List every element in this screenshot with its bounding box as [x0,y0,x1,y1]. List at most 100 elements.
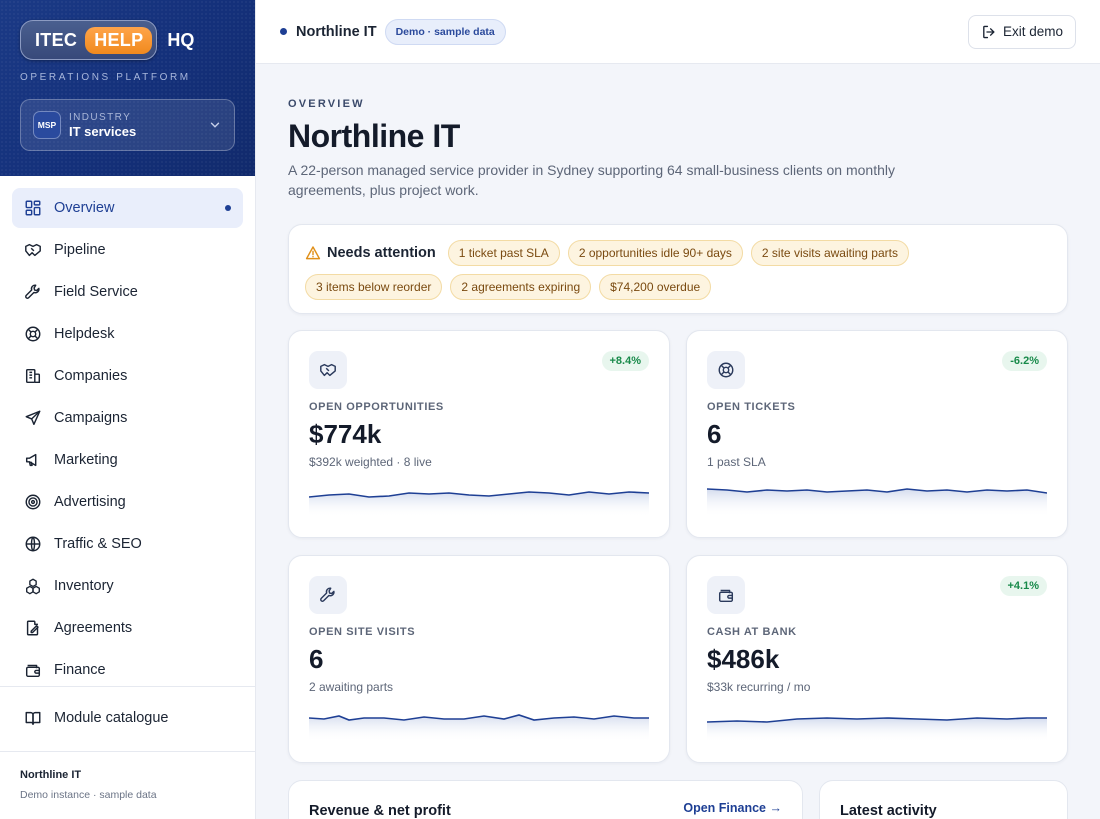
kpi-icon-wrap [309,351,347,389]
demo-badge: Demo · sample data [384,18,506,45]
logo-pill: ITEC HELP [20,20,158,60]
industry-value: IT services [69,123,137,139]
industry-selector[interactable]: MSP INDUSTRY IT services [20,99,235,151]
sidebar-item-campaigns[interactable]: Campaigns [12,398,243,438]
handshake-icon [320,363,336,377]
latest-activity-title: Latest activity [840,803,937,819]
industry-badge: MSP [33,111,61,139]
divider [0,751,255,752]
logo[interactable]: ITEC HELP HQ [20,20,235,60]
sidebar-item-label: Helpdesk [54,326,115,342]
kpi-card-open-site-visits[interactable]: OPEN SITE VISITS 6 2 awaiting parts [288,555,670,763]
sidebar-item-overview[interactable]: Overview [12,188,243,228]
book-open-icon [25,711,41,726]
sidebar-item-marketing[interactable]: Marketing [12,440,243,480]
chevron-down-icon [210,122,220,128]
sparkline [309,714,649,742]
status-dot [280,28,287,35]
sparkline [707,488,1047,517]
attention-chip[interactable]: 2 opportunities idle 90+ days [567,240,743,266]
logo-itec: ITEC [35,29,78,50]
kpi-label: OPEN TICKETS [707,401,796,413]
sidebar: ITEC HELP HQ OPERATIONS PLATFORM MSP IND… [0,0,256,819]
sidebar-item-label: Pipeline [54,242,106,258]
kpi-icon-wrap [309,576,347,614]
top-bar: Northline IT Demo · sample data Exit dem… [256,0,1100,64]
kpi-icon-wrap [707,351,745,389]
workspace-name: Northline IT [20,769,82,781]
kpi-card-open-tickets[interactable]: -6.2% OPEN TICKETS 6 1 past SLA [686,330,1068,538]
kpi-value: $486k [707,644,780,674]
industry-caption: INDUSTRY [69,111,132,123]
target-icon [25,494,41,510]
sidebar-item-label: Field Service [54,284,138,300]
sparkline [309,491,649,517]
sidebar-item-label: Marketing [54,452,118,468]
sidebar-nav: Overview Pipeline Field Service Helpdesk… [0,176,255,690]
kpi-label: OPEN SITE VISITS [309,626,416,638]
kpi-delta: +4.1% [999,576,1047,596]
kpi-card-cash-at-bank[interactable]: +4.1% CASH AT BANK $486k $33k recurring … [686,555,1068,763]
sidebar-item-helpdesk[interactable]: Helpdesk [12,314,243,354]
sidebar-item-inventory[interactable]: Inventory [12,566,243,606]
attention-chip[interactable]: 1 ticket past SLA [447,240,560,266]
brand-header: ITEC HELP HQ OPERATIONS PLATFORM MSP IND… [0,0,255,176]
page-eyebrow: OVERVIEW [288,98,365,110]
sidebar-item-label: Finance [54,662,106,678]
revenue-panel: Revenue & net profit Open Finance → [288,780,803,819]
kpi-delta: +8.4% [601,351,649,371]
megaphone-icon [25,453,37,467]
main-content: OVERVIEW Northline IT A 22-person manage… [256,64,1100,819]
sidebar-item-pipeline[interactable]: Pipeline [12,230,243,270]
kpi-label: OPEN OPPORTUNITIES [309,401,444,413]
handshake-icon [25,243,41,257]
kpi-subtext: $392k weighted · 8 live [309,455,432,469]
kpi-card-open-opportunities[interactable]: +8.4% OPEN OPPORTUNITIES $774k $392k wei… [288,330,670,538]
sidebar-item-label: Module catalogue [54,710,169,726]
sidebar-item-finance[interactable]: Finance [12,650,243,690]
attention-chip[interactable]: 2 site visits awaiting parts [750,240,909,266]
kpi-icon-wrap [707,576,745,614]
lifebuoy-icon [718,362,734,378]
page-description: A 22-person managed service provider in … [288,162,895,198]
wrench-icon [320,587,335,602]
building-icon [25,368,41,384]
lifebuoy-icon [25,326,41,342]
logout-icon [983,25,995,38]
attention-chip[interactable]: $74,200 overdue [599,274,712,300]
active-indicator [225,205,231,211]
exit-demo-button[interactable]: Exit demo [967,14,1076,49]
sidebar-item-label: Companies [54,368,128,384]
divider [0,686,255,687]
send-icon [25,410,41,426]
page-title: Northline IT [288,118,460,154]
sidebar-item-label: Overview [54,200,115,216]
sidebar-item-module-catalogue[interactable]: Module catalogue [12,698,243,738]
sidebar-item-advertising[interactable]: Advertising [12,482,243,522]
sidebar-item-traffic-seo[interactable]: Traffic & SEO [12,524,243,564]
sidebar-item-label: Campaigns [54,410,128,426]
needs-attention-card: Needs attention 1 ticket past SLA 2 oppo… [288,224,1068,314]
warning-icon [305,246,321,260]
exit-demo-label: Exit demo [1002,24,1063,39]
sidebar-item-agreements[interactable]: Agreements [12,608,243,648]
platform-tagline: OPERATIONS PLATFORM [20,72,191,83]
sidebar-item-label: Traffic & SEO [54,536,142,552]
globe-icon [25,536,41,552]
open-finance-link[interactable]: Open Finance → [683,801,782,815]
wallet-icon [25,664,41,678]
wrench-icon [25,284,40,299]
sidebar-item-companies[interactable]: Companies [12,356,243,396]
sparkline [707,717,1047,742]
kpi-label: CASH AT BANK [707,626,797,638]
sidebar-item-label: Inventory [54,578,114,594]
attention-chip[interactable]: 3 items below reorder [305,274,443,300]
file-edit-icon [26,620,39,636]
attention-chip[interactable]: 2 agreements expiring [450,274,592,300]
company-name: Northline IT [296,23,377,40]
kpi-value: 6 [707,419,722,449]
sidebar-item-field-service[interactable]: Field Service [12,272,243,312]
logo-hq: HQ [167,29,195,50]
sidebar-item-label: Agreements [54,620,133,636]
logo-help: HELP [85,26,153,54]
